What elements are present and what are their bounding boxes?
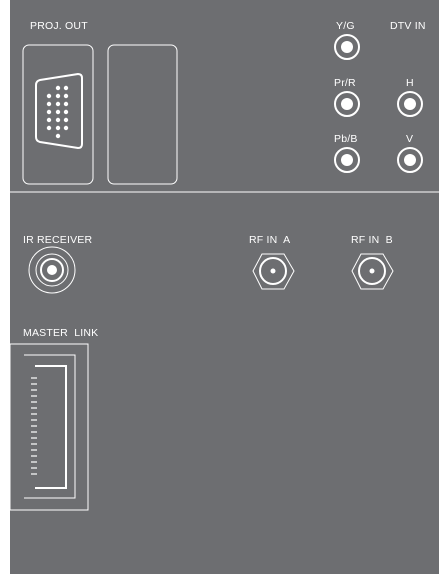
pr-r-label: Pr/R xyxy=(334,77,356,89)
rca-jack-pb-b-icon xyxy=(334,147,360,173)
h-label: H xyxy=(406,77,414,89)
rca-jack-h-icon xyxy=(397,91,423,117)
rca-jack-y-g-icon xyxy=(334,34,360,60)
rca-jack-pr-r-icon xyxy=(334,91,360,117)
vga-connector-icon xyxy=(22,44,94,185)
ir-receiver-icon xyxy=(28,246,76,294)
pb-b-label: Pb/B xyxy=(334,133,358,145)
rf-coax-connector-a-icon xyxy=(252,253,295,290)
dtv-in-label: DTV IN xyxy=(390,20,426,32)
proj-out-label: PROJ. OUT xyxy=(30,20,88,32)
rf-in-a-label: RF IN A xyxy=(249,234,291,246)
panel-drawing xyxy=(9,34,439,511)
master-link-label: MASTER LINK xyxy=(23,327,99,339)
y-g-label: Y/G xyxy=(336,20,355,32)
rf-coax-connector-b-icon xyxy=(351,253,394,290)
v-label: V xyxy=(406,133,414,145)
ir-receiver-label: IR RECEIVER xyxy=(23,234,93,246)
master-link-connector-icon xyxy=(9,343,89,511)
blank-port-cover-icon xyxy=(107,44,178,185)
rf-in-b-label: RF IN B xyxy=(351,234,393,246)
rca-jack-v-icon xyxy=(397,147,423,173)
